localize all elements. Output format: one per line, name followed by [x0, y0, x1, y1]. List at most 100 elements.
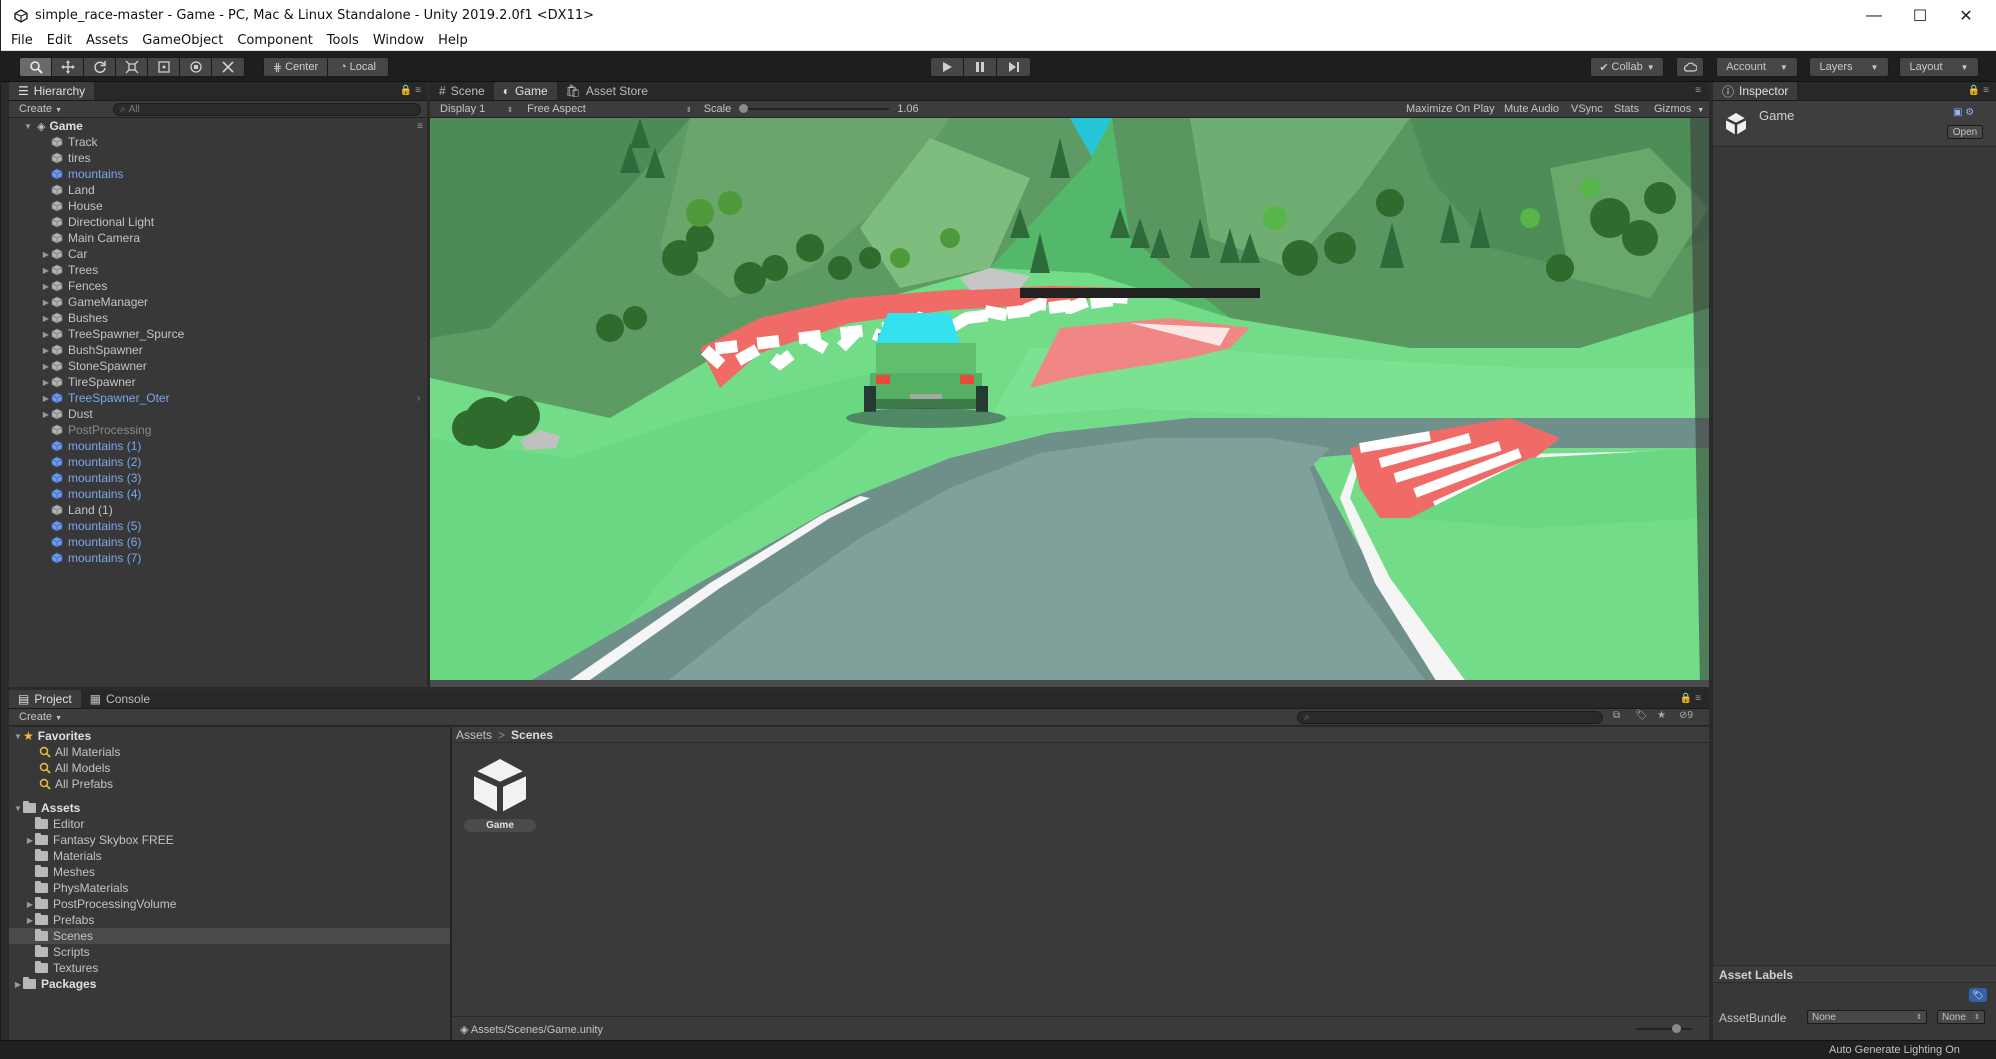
- favorite-item[interactable]: All Models: [39, 760, 450, 776]
- hierarchy-item[interactable]: ▶ BushSpawner: [41, 342, 143, 358]
- panel-menu-icon[interactable]: 🔒 ≡: [1680, 693, 1701, 704]
- hierarchy-item[interactable]: Land (1): [41, 502, 113, 518]
- project-create-button[interactable]: Create ▼: [19, 711, 62, 723]
- rotate-tool-button[interactable]: [84, 58, 116, 76]
- project-folder-item[interactable]: Scripts: [25, 944, 450, 960]
- cloud-button[interactable]: [1676, 57, 1704, 77]
- panel-menu-icon[interactable]: 🔒 ≡: [400, 85, 421, 96]
- expand-arrow-icon[interactable]: ▶: [25, 836, 35, 845]
- slider-thumb[interactable]: [1672, 1024, 1681, 1033]
- breadcrumb-scenes[interactable]: Scenes: [511, 728, 553, 742]
- step-button[interactable]: [997, 58, 1030, 76]
- project-folder-item[interactable]: Materials: [25, 848, 450, 864]
- project-folder-item[interactable]: Editor: [25, 816, 450, 832]
- label-tag-button[interactable]: 🏷: [1969, 988, 1987, 1002]
- hierarchy-item[interactable]: mountains (6): [41, 534, 141, 550]
- project-folder-item[interactable]: Meshes: [25, 864, 450, 880]
- gizmos-dropdown[interactable]: Gizmos ▼: [1654, 103, 1704, 115]
- expand-arrow-icon[interactable]: ▶: [25, 916, 35, 925]
- hierarchy-item[interactable]: mountains (4): [41, 486, 141, 502]
- expand-arrow-icon[interactable]: ▼: [13, 804, 23, 813]
- expand-arrow-icon[interactable]: ▶: [41, 378, 51, 387]
- hand-tool-button[interactable]: [20, 58, 52, 76]
- layers-dropdown[interactable]: Layers ▼: [1809, 57, 1889, 77]
- mute-audio-toggle[interactable]: Mute Audio: [1504, 103, 1559, 115]
- tab-game[interactable]: ◐ Game: [493, 82, 557, 100]
- hierarchy-item[interactable]: ▶ TreeSpawner_Oter: [41, 390, 170, 406]
- menu-component[interactable]: Component: [237, 33, 312, 48]
- packages-root[interactable]: ▶ Packages: [13, 976, 450, 992]
- favorites-header[interactable]: ▼ ★ Favorites: [13, 728, 450, 744]
- hierarchy-item[interactable]: ▶ TreeSpawner_Spurce: [41, 326, 184, 342]
- scene-menu-icon[interactable]: ≡: [417, 121, 423, 132]
- tab-scene[interactable]: # Scene: [430, 82, 494, 100]
- close-button[interactable]: ✕: [1943, 0, 1989, 31]
- maximize-button[interactable]: ☐: [1897, 0, 1943, 31]
- tab-asset-store[interactable]: 🛍 Asset Store: [557, 82, 657, 100]
- expand-arrow-icon[interactable]: ▼: [13, 732, 23, 741]
- maximize-on-play-toggle[interactable]: Maximize On Play: [1406, 103, 1495, 115]
- menu-gameobject[interactable]: GameObject: [142, 33, 223, 48]
- tab-project[interactable]: ▤ Project: [9, 690, 81, 708]
- expand-arrow-icon[interactable]: ▼: [23, 122, 33, 131]
- hierarchy-item[interactable]: mountains (1): [41, 438, 141, 454]
- project-folder-item[interactable]: ▶ Prefabs: [25, 912, 450, 928]
- inspector-open-button[interactable]: Open: [1947, 125, 1983, 139]
- play-button[interactable]: [931, 58, 964, 76]
- layout-dropdown[interactable]: Layout ▼: [1899, 57, 1979, 77]
- display-dropdown[interactable]: Display 1 ⇕: [440, 103, 513, 115]
- hierarchy-item[interactable]: mountains: [41, 166, 123, 182]
- hidden-packages-button[interactable]: ⊘9: [1679, 710, 1693, 721]
- menu-edit[interactable]: Edit: [47, 33, 72, 48]
- filter-type-icon[interactable]: ⧉: [1613, 710, 1620, 721]
- slider-thumb[interactable]: [739, 104, 749, 113]
- hierarchy-item[interactable]: ▶ Car: [41, 246, 87, 262]
- hierarchy-item[interactable]: ▶ StoneSpawner: [41, 358, 147, 374]
- project-folder-item[interactable]: ▶ Fantasy Skybox FREE: [25, 832, 450, 848]
- panel-menu-icon[interactable]: ≡: [1695, 85, 1701, 96]
- hierarchy-item[interactable]: tires: [41, 150, 91, 166]
- menu-assets[interactable]: Assets: [86, 33, 128, 48]
- icon-size-slider[interactable]: [1636, 1024, 1692, 1033]
- favorite-item[interactable]: All Materials: [39, 744, 450, 760]
- aspect-dropdown[interactable]: Free Aspect ⇕: [527, 103, 692, 115]
- menu-file[interactable]: File: [11, 33, 33, 48]
- favorite-star-icon[interactable]: ★: [1657, 710, 1666, 721]
- tab-console[interactable]: ▦ Console: [81, 690, 159, 708]
- game-viewport[interactable]: [430, 118, 1709, 687]
- pause-button[interactable]: [964, 58, 997, 76]
- hierarchy-item[interactable]: ▶ Fences: [41, 278, 107, 294]
- expand-arrow-icon[interactable]: ▶: [41, 266, 51, 275]
- hierarchy-item[interactable]: mountains (7): [41, 550, 141, 566]
- tab-inspector[interactable]: ⓘ Inspector: [1713, 82, 1798, 100]
- asset-bundle-variant-dropdown[interactable]: None ⇕: [1937, 1010, 1985, 1024]
- expand-arrow-icon[interactable]: ▶: [41, 314, 51, 323]
- hierarchy-item[interactable]: House: [41, 198, 103, 214]
- hierarchy-item[interactable]: ▶ Bushes: [41, 310, 108, 326]
- expand-arrow-icon[interactable]: ▶: [41, 298, 51, 307]
- favorite-item[interactable]: All Prefabs: [39, 776, 450, 792]
- breadcrumb-assets[interactable]: Assets: [456, 728, 492, 742]
- hierarchy-item[interactable]: ▶ TireSpawner: [41, 374, 136, 390]
- hierarchy-item[interactable]: ▶ Trees: [41, 262, 98, 278]
- move-tool-button[interactable]: [52, 58, 84, 76]
- hierarchy-item[interactable]: ▶ GameManager: [41, 294, 148, 310]
- expand-arrow-icon[interactable]: ▶: [13, 980, 23, 989]
- expand-arrow-icon[interactable]: ▶: [41, 250, 51, 259]
- expand-arrow-icon[interactable]: ▶: [25, 900, 35, 909]
- pivot-local-button[interactable]: ◔ Local: [328, 58, 388, 76]
- rect-tool-button[interactable]: [148, 58, 180, 76]
- project-folder-item[interactable]: Textures: [25, 960, 450, 976]
- menu-window[interactable]: Window: [373, 33, 424, 48]
- project-search-input[interactable]: ⌕: [1297, 711, 1603, 724]
- hierarchy-item[interactable]: mountains (5): [41, 518, 141, 534]
- hierarchy-item[interactable]: PostProcessing: [41, 422, 151, 438]
- pivot-center-button[interactable]: ⋕ Center: [264, 58, 328, 76]
- hierarchy-scroll-arrow[interactable]: ›: [417, 393, 420, 404]
- hierarchy-item[interactable]: Land: [41, 182, 95, 198]
- hierarchy-scene-row[interactable]: ▼ ◈ Game ≡: [23, 118, 423, 134]
- hierarchy-item[interactable]: Directional Light: [41, 214, 154, 230]
- scale-slider[interactable]: [739, 104, 890, 113]
- expand-arrow-icon[interactable]: ▶: [41, 410, 51, 419]
- panel-menu-icon[interactable]: 🔒 ≡: [1968, 85, 1989, 96]
